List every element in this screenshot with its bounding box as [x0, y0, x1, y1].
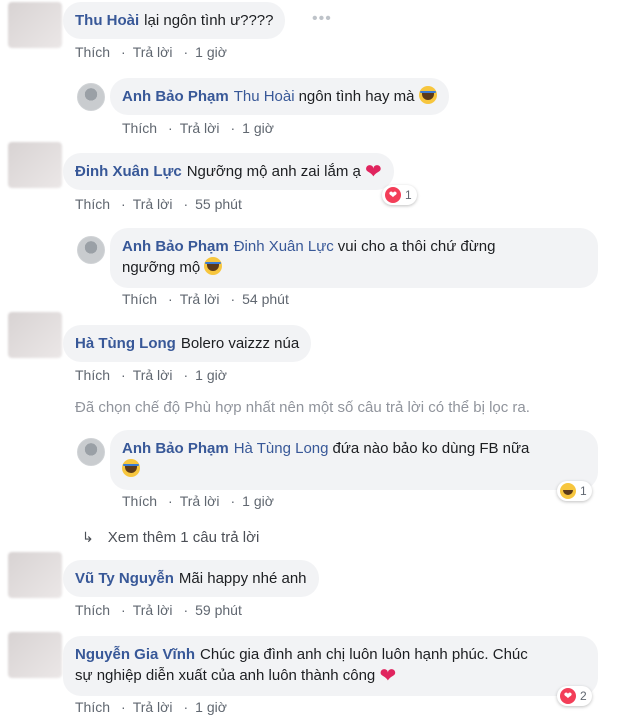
comment-text-line2: sự nghiệp diễn xuất của anh luôn thành c… [75, 667, 376, 684]
comment-author[interactable]: Vũ Ty Nguyễn [75, 570, 174, 587]
avatar[interactable] [77, 83, 105, 111]
comment-text: Bolero vaizzz núa [180, 335, 300, 352]
avatar[interactable] [77, 236, 105, 264]
reply-link[interactable]: Trả lời [180, 493, 220, 509]
reaction-count: 1 [580, 484, 587, 498]
laugh-icon [122, 459, 140, 477]
comment-text: Ngưỡng mộ anh zai lắm ạ [186, 163, 361, 180]
like-link[interactable]: Thích [122, 291, 157, 307]
heart-reaction-icon: ❤ [385, 187, 401, 203]
avatar[interactable] [8, 312, 62, 358]
comment-actions: Thích · Trả lời · 1 giờ [122, 120, 274, 136]
comment-actions: Thích · Trả lời · 55 phút [75, 196, 242, 212]
mention-tag[interactable]: Thu Hoài [234, 88, 295, 105]
more-options-icon[interactable]: ••• [312, 10, 332, 28]
reply-link[interactable]: Trả lời [133, 699, 173, 715]
comment-bubble: Vũ Ty Nguyễn Mãi happy nhé anh [63, 560, 319, 597]
comment-author[interactable]: Nguyễn Gia Vĩnh [75, 646, 195, 663]
reaction-count: 1 [405, 188, 412, 202]
reply-link[interactable]: Trả lời [133, 44, 173, 60]
comment-text: vui cho a thôi chứ đừng [337, 238, 496, 255]
comment-actions: Thích · Trả lời · 59 phút [75, 602, 242, 618]
comment-time[interactable]: 1 giờ [195, 44, 227, 60]
comment-author[interactable]: Anh Bảo Phạm [122, 238, 229, 255]
heart-icon: ❤ [379, 665, 397, 687]
filter-notice: Đã chọn chế độ Phù hợp nhất nên một số c… [75, 399, 530, 416]
comment-time[interactable]: 1 giờ [195, 367, 227, 383]
comment-actions: Thích · Trả lời · 1 giờ [122, 493, 274, 509]
comment-bubble: Nguyễn Gia Vĩnh Chúc gia đình anh chị luô… [63, 636, 598, 696]
comment-author[interactable]: Anh Bảo Phạm [122, 88, 229, 105]
comment-text: lại ngôn tình ư???? [144, 12, 274, 29]
reaction-count: 2 [580, 689, 587, 703]
reply-link[interactable]: Trả lời [133, 196, 173, 212]
reply-arrow-icon: ↳ [82, 529, 94, 545]
comment-bubble: Anh Bảo Phạm Thu Hoài ngôn tình hay mà [110, 78, 449, 115]
comment-time[interactable]: 55 phút [195, 196, 242, 212]
reaction-badge[interactable]: ❤ 1 [382, 185, 417, 205]
comment-author[interactable]: Đinh Xuân Lực [75, 163, 182, 180]
comment-actions: Thích · Trả lời · 1 giờ [75, 44, 227, 60]
comment-actions: Thích · Trả lời · 1 giờ [75, 699, 227, 715]
laugh-icon [204, 257, 223, 275]
heart-icon: ❤ [365, 161, 382, 183]
comment-text: đứa nào bảo ko dùng FB nữa [332, 440, 530, 457]
like-link[interactable]: Thích [122, 493, 157, 509]
like-link[interactable]: Thích [75, 699, 110, 715]
like-link[interactable]: Thích [75, 44, 110, 60]
heart-reaction-icon: ❤ [560, 688, 576, 704]
avatar[interactable] [8, 142, 62, 188]
avatar[interactable] [77, 438, 105, 466]
comment-text: ngôn tình hay mà [298, 88, 415, 105]
avatar[interactable] [8, 2, 62, 48]
reaction-badge[interactable]: 1 [557, 481, 592, 501]
comment-bubble: Thu Hoài lại ngôn tình ư???? [63, 2, 286, 39]
mention-tag[interactable]: Hà Tùng Long [234, 440, 329, 457]
comment-text: Mãi happy nhé anh [178, 570, 307, 587]
like-link[interactable]: Thích [75, 196, 110, 212]
like-link[interactable]: Thích [75, 367, 110, 383]
comment-time[interactable]: 1 giờ [242, 120, 274, 136]
comment-actions: Thích · Trả lời · 54 phút [122, 291, 289, 307]
mention-tag[interactable]: Đinh Xuân Lực [234, 238, 334, 255]
avatar[interactable] [8, 552, 62, 598]
comment-author[interactable]: Thu Hoài [75, 12, 139, 29]
comment-author[interactable]: Anh Bảo Phạm [122, 440, 229, 457]
comment-bubble: Hà Tùng Long Bolero vaizzz núa [63, 325, 312, 362]
comment-text: Chúc gia đình anh chị luôn luôn hạnh phú… [200, 646, 528, 663]
haha-reaction-icon [560, 483, 576, 499]
comment-text-line2: ngưỡng mộ [122, 259, 201, 276]
reply-link[interactable]: Trả lời [133, 602, 173, 618]
comment-bubble: Anh Bảo Phạm Đinh Xuân Lực vui cho a thôi … [110, 228, 598, 288]
view-more-replies[interactable]: ↳ Xem thêm 1 câu trả lời [82, 529, 259, 546]
reply-link[interactable]: Trả lời [180, 120, 220, 136]
comment-time[interactable]: 59 phút [195, 602, 242, 618]
comment-time[interactable]: 1 giờ [195, 699, 227, 715]
like-link[interactable]: Thích [122, 120, 157, 136]
comment-time[interactable]: 54 phút [242, 291, 289, 307]
laugh-icon [418, 86, 437, 104]
reply-link[interactable]: Trả lời [180, 291, 220, 307]
like-link[interactable]: Thích [75, 602, 110, 618]
comment-actions: Thích · Trả lời · 1 giờ [75, 367, 227, 383]
view-more-label[interactable]: Xem thêm 1 câu trả lời [108, 529, 260, 546]
comment-bubble: Đinh Xuân Lực Ngưỡng mộ anh zai lắm ạ ❤ [63, 153, 394, 190]
avatar[interactable] [8, 632, 62, 678]
comment-time[interactable]: 1 giờ [242, 493, 274, 509]
comment-bubble: Anh Bảo Phạm Hà Tùng Long đứa nào bảo ko d… [110, 430, 598, 490]
reaction-badge[interactable]: ❤ 2 [557, 686, 592, 706]
reply-link[interactable]: Trả lời [133, 367, 173, 383]
comment-author[interactable]: Hà Tùng Long [75, 335, 176, 352]
